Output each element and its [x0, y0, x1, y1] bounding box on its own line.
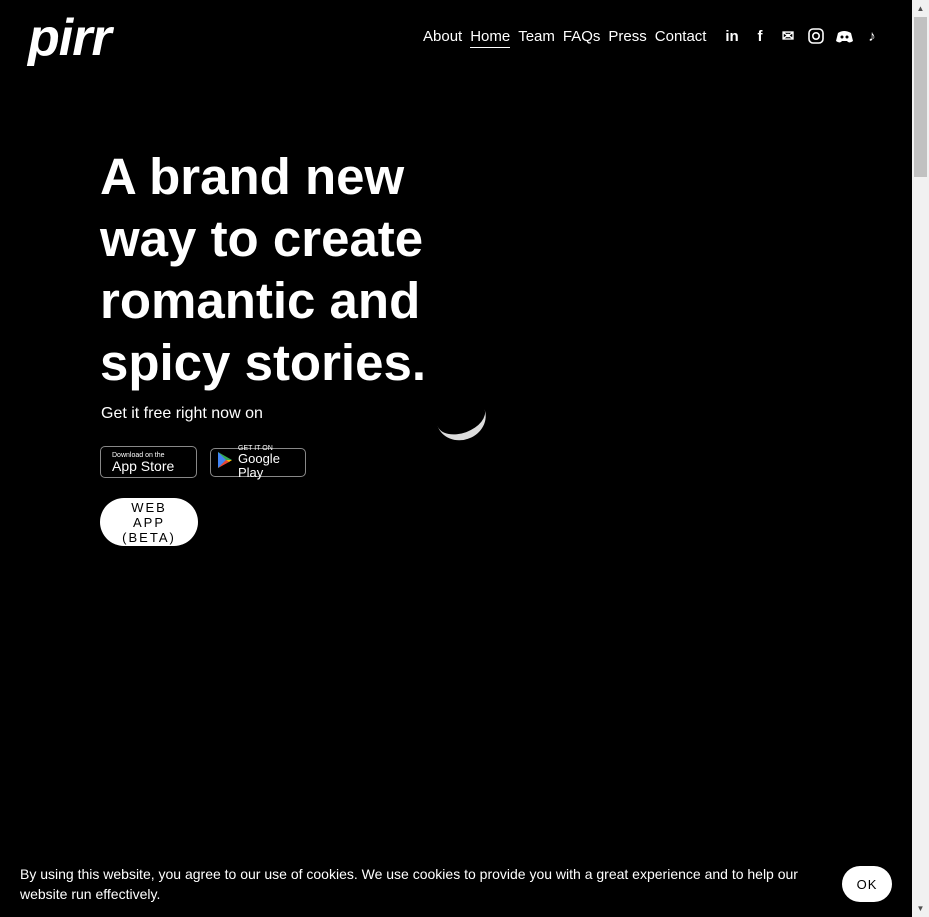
discord-icon[interactable]: [835, 27, 853, 45]
page: pirr About Home Team FAQs Press Contact …: [0, 0, 912, 917]
social-links: in f ✉ ♪: [723, 27, 881, 46]
nav-press[interactable]: Press: [608, 28, 646, 48]
nav-faqs[interactable]: FAQs: [563, 28, 601, 48]
logo[interactable]: pirr: [28, 8, 112, 68]
web-app-line3: (BETA): [122, 530, 176, 545]
instagram-icon[interactable]: [807, 27, 825, 45]
tiktok-icon[interactable]: ♪: [863, 27, 881, 45]
app-store-button[interactable]: Download on the App Store: [100, 446, 197, 478]
web-app-line2: APP: [132, 515, 165, 530]
main-nav: About Home Team FAQs Press Contact: [423, 28, 706, 48]
nav-contact[interactable]: Contact: [655, 28, 707, 48]
email-icon[interactable]: ✉: [779, 27, 797, 45]
cookie-ok-button[interactable]: OK: [842, 866, 892, 902]
scrollbar-thumb[interactable]: [914, 17, 927, 177]
app-store-big: App Store: [112, 457, 175, 474]
web-app-button[interactable]: WEB APP (BETA): [100, 498, 198, 546]
scroll-down-icon[interactable]: ▼: [912, 900, 929, 917]
linkedin-icon[interactable]: in: [723, 27, 741, 45]
facebook-icon[interactable]: f: [751, 27, 769, 45]
google-play-button[interactable]: GET IT ON Google Play: [210, 445, 306, 480]
google-play-icon: [217, 451, 233, 474]
nav-home[interactable]: Home: [470, 28, 511, 48]
nav-team[interactable]: Team: [518, 28, 555, 48]
cookie-text: By using this website, you agree to our …: [20, 866, 798, 902]
google-play-big: Google Play: [238, 451, 280, 480]
nav-about[interactable]: About: [423, 28, 462, 48]
loading-spinner: [429, 387, 493, 448]
hero-subtitle: Get it free right now on: [101, 405, 263, 422]
web-app-line1: WEB: [131, 500, 167, 515]
hero-title: A brand new way to create romantic and s…: [100, 148, 426, 391]
scroll-up-icon[interactable]: ▲: [912, 0, 929, 17]
